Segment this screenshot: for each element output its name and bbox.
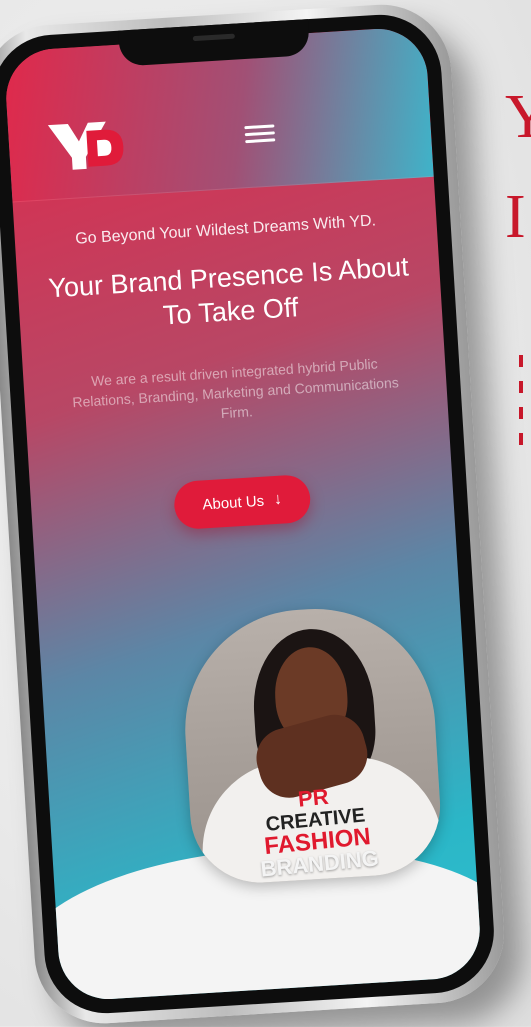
phone-screen: Go Beyond Your Wildest Dreams With YD. Y… bbox=[3, 26, 483, 1002]
speaker-grille bbox=[192, 33, 235, 42]
bullet-marker bbox=[519, 433, 523, 445]
yd-logo[interactable] bbox=[46, 115, 127, 176]
bullet-marker bbox=[519, 407, 523, 419]
about-us-button[interactable]: About Us ↓ bbox=[173, 473, 312, 531]
phone-mockup: Go Beyond Your Wildest Dreams With YD. Y… bbox=[0, 0, 509, 1027]
bullet-marker bbox=[519, 355, 523, 367]
hero-photo: PR CREATIVE FASHION BRANDING bbox=[178, 601, 445, 887]
hero-headline: Your Brand Presence Is About To Take Off bbox=[47, 251, 410, 331]
arrow-down-icon: ↓ bbox=[273, 490, 283, 509]
yd-logo-mark bbox=[47, 121, 124, 170]
hero-tagline: Go Beyond Your Wildest Dreams With YD. bbox=[74, 212, 377, 248]
phone-bezel: Go Beyond Your Wildest Dreams With YD. Y… bbox=[0, 11, 498, 1017]
background-bullet-markers bbox=[519, 355, 523, 459]
background-title-line1: Y bbox=[505, 83, 531, 151]
hero-section: Go Beyond Your Wildest Dreams With YD. Y… bbox=[14, 206, 454, 539]
bullet-marker bbox=[519, 381, 523, 393]
menu-bar bbox=[245, 137, 276, 143]
hero-description: We are a result driven integrated hybrid… bbox=[71, 355, 400, 422]
background-title-line2: I bbox=[505, 183, 526, 251]
hamburger-menu-icon[interactable] bbox=[244, 120, 276, 146]
menu-bar bbox=[244, 130, 275, 136]
about-us-label: About Us bbox=[201, 492, 265, 513]
menu-bar bbox=[244, 123, 275, 129]
